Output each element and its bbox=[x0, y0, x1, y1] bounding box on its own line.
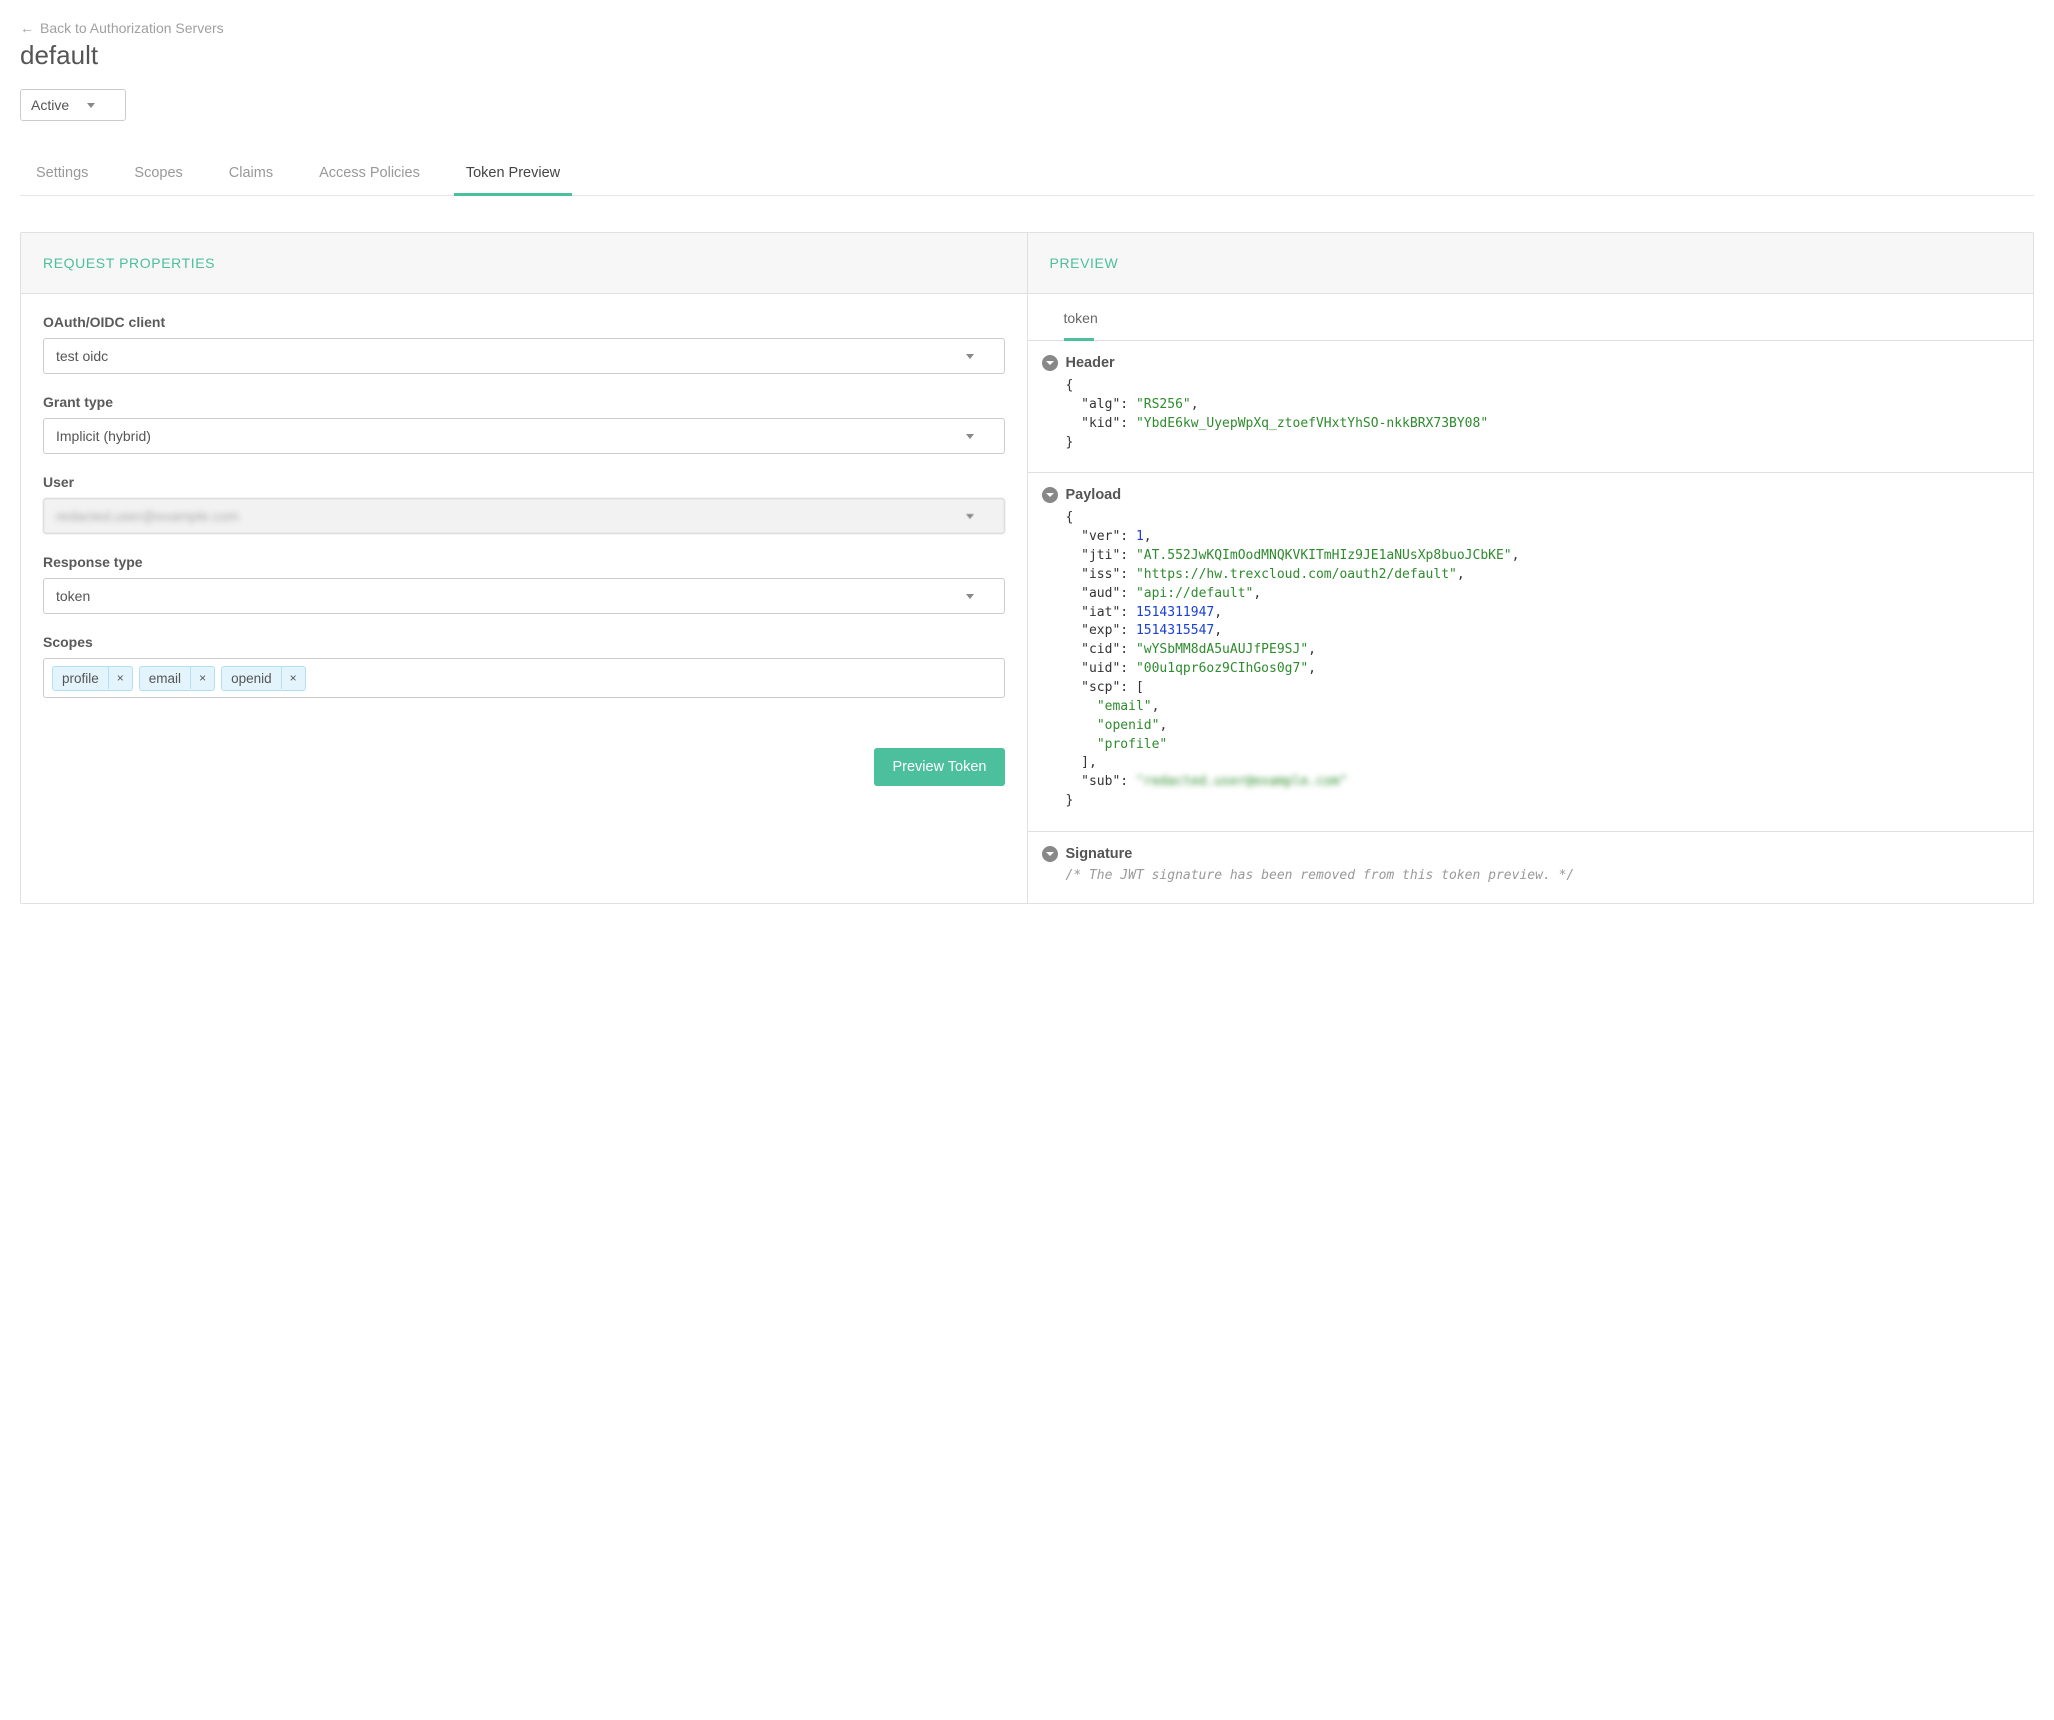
chevron-down-icon bbox=[966, 594, 974, 599]
tab-claims[interactable]: Claims bbox=[227, 155, 275, 195]
signature-section-toggle[interactable]: Signature bbox=[1042, 846, 2012, 862]
request-panel: REQUEST PROPERTIES OAuth/OIDC client tes… bbox=[21, 233, 1028, 903]
preview-token-button[interactable]: Preview Token bbox=[874, 748, 1004, 786]
back-link[interactable]: ← Back to Authorization Servers bbox=[20, 20, 224, 36]
user-value: redacted.user@example.com bbox=[56, 508, 239, 524]
arrow-left-icon: ← bbox=[20, 20, 34, 36]
header-section: Header { "alg": "RS256", "kid": "YbdE6kw… bbox=[1028, 341, 2034, 473]
scope-tag-label: openid bbox=[222, 667, 281, 690]
payload-code: { "ver": 1, "jti": "AT.552JwKQImOodMNQKV… bbox=[1042, 509, 2012, 811]
page-title: default bbox=[20, 40, 2034, 71]
scopes-input[interactable]: profile × email × openid × bbox=[43, 658, 1005, 698]
payload-section-toggle[interactable]: Payload bbox=[1042, 487, 2012, 503]
scope-tag-label: email bbox=[140, 667, 190, 690]
panel-container: REQUEST PROPERTIES OAuth/OIDC client tes… bbox=[20, 232, 2034, 904]
back-link-label: Back to Authorization Servers bbox=[40, 20, 224, 36]
scope-tag: profile × bbox=[52, 666, 133, 691]
grant-select[interactable]: Implicit (hybrid) bbox=[43, 418, 1005, 454]
client-value: test oidc bbox=[56, 348, 108, 364]
chevron-down-icon bbox=[1042, 487, 1058, 503]
signature-section: Signature /* The JWT signature has been … bbox=[1028, 832, 2034, 903]
request-panel-title: REQUEST PROPERTIES bbox=[21, 233, 1027, 294]
status-value: Active bbox=[31, 97, 69, 113]
grant-value: Implicit (hybrid) bbox=[56, 428, 151, 444]
user-label: User bbox=[43, 474, 1005, 490]
header-code: { "alg": "RS256", "kid": "YbdE6kw_UyepWp… bbox=[1042, 377, 2012, 452]
subtab-row: token bbox=[1028, 294, 2034, 341]
remove-icon[interactable]: × bbox=[190, 667, 214, 689]
subtab-token[interactable]: token bbox=[1064, 310, 1098, 340]
tabs: Settings Scopes Claims Access Policies T… bbox=[20, 155, 2034, 196]
payload-section: Payload { "ver": 1, "jti": "AT.552JwKQIm… bbox=[1028, 473, 2034, 832]
response-select[interactable]: token bbox=[43, 578, 1005, 614]
remove-icon[interactable]: × bbox=[108, 667, 132, 689]
header-section-title: Header bbox=[1066, 355, 1115, 371]
chevron-down-icon bbox=[1042, 355, 1058, 371]
client-select[interactable]: test oidc bbox=[43, 338, 1005, 374]
response-label: Response type bbox=[43, 554, 1005, 570]
client-label: OAuth/OIDC client bbox=[43, 314, 1005, 330]
user-select[interactable]: redacted.user@example.com bbox=[43, 498, 1005, 534]
chevron-down-icon bbox=[966, 434, 974, 439]
chevron-down-icon bbox=[966, 354, 974, 359]
header-section-toggle[interactable]: Header bbox=[1042, 355, 2012, 371]
scope-tag-label: profile bbox=[53, 667, 108, 690]
signature-section-title: Signature bbox=[1066, 846, 1133, 862]
payload-section-title: Payload bbox=[1066, 487, 1122, 503]
chevron-down-icon bbox=[966, 514, 974, 519]
chevron-down-icon bbox=[1042, 846, 1058, 862]
scope-tag: openid × bbox=[221, 666, 306, 691]
preview-panel: PREVIEW token Header { "alg": "RS256", "… bbox=[1028, 233, 2034, 903]
tab-scopes[interactable]: Scopes bbox=[132, 155, 184, 195]
tab-token-preview[interactable]: Token Preview bbox=[464, 155, 562, 195]
response-value: token bbox=[56, 588, 90, 604]
remove-icon[interactable]: × bbox=[281, 667, 305, 689]
preview-panel-title: PREVIEW bbox=[1028, 233, 2034, 294]
grant-label: Grant type bbox=[43, 394, 1005, 410]
tab-access-policies[interactable]: Access Policies bbox=[317, 155, 422, 195]
status-select[interactable]: Active bbox=[20, 89, 126, 121]
scope-tag: email × bbox=[139, 666, 215, 691]
signature-note: /* The JWT signature has been removed fr… bbox=[1042, 868, 2012, 883]
chevron-down-icon bbox=[87, 103, 95, 108]
tab-settings[interactable]: Settings bbox=[34, 155, 90, 195]
scopes-label: Scopes bbox=[43, 634, 1005, 650]
